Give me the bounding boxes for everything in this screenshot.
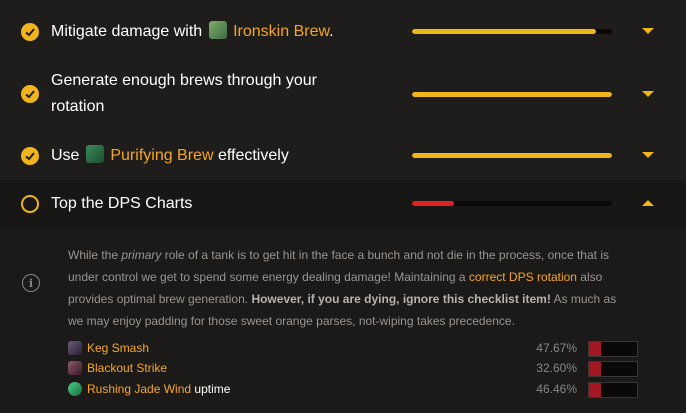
progress-fill	[412, 201, 454, 206]
checklist-item-label: Generate enough brews through your rotati…	[51, 72, 317, 115]
progress-bar	[412, 29, 612, 34]
progress-bar	[412, 153, 612, 158]
ability-row: Rushing Jade Wind uptime 46.46%	[68, 380, 638, 400]
progress-bar	[412, 201, 612, 206]
progress-bar	[412, 92, 612, 97]
chevron-down-icon[interactable]	[642, 152, 654, 158]
checklist-details: i While the primary role of a tank is to…	[0, 228, 686, 413]
ability-row: Blackout Strike 32.60%	[68, 359, 638, 379]
ability-row: Keg Smash 47.67%	[68, 339, 638, 359]
dps-rotation-link[interactable]: correct DPS rotation	[469, 270, 577, 284]
keg-smash-icon	[68, 341, 82, 355]
ironskin-brew-icon	[208, 21, 227, 39]
description: While the primary role of a tank is to g…	[68, 248, 617, 328]
checklist-item-brew-generation[interactable]: Generate enough brews through your rotati…	[0, 64, 686, 124]
checklist-item-dps[interactable]: Top the DPS Charts	[0, 180, 686, 228]
checklist-item-label: Top the DPS Charts	[51, 195, 193, 212]
chevron-down-icon[interactable]	[642, 28, 654, 34]
ability-bar	[588, 361, 638, 377]
chevron-up-icon[interactable]	[642, 200, 654, 206]
circle-incomplete-icon	[21, 195, 39, 213]
ability-percent: 46.46%	[536, 382, 577, 396]
check-complete-icon	[21, 23, 39, 41]
ability-percent: 32.60%	[536, 361, 577, 375]
ability-name[interactable]: Keg Smash	[87, 339, 149, 357]
spell-link-purifying-brew[interactable]: Purifying Brew	[110, 147, 213, 164]
spell-link-ironskin-brew[interactable]: Ironskin Brew	[233, 23, 329, 40]
progress-fill	[412, 92, 612, 97]
checklist-item-ironskin[interactable]: Mitigate damage with Ironskin Brew.	[0, 0, 686, 64]
progress-fill	[412, 153, 612, 158]
ability-percent: 47.67%	[536, 341, 577, 355]
ability-name[interactable]: Blackout Strike	[87, 359, 167, 377]
checklist-item-label: Use Purifying Brew effectively	[51, 145, 289, 164]
progress-fill	[412, 29, 596, 34]
ability-bar-fill	[589, 383, 601, 397]
checklist-item-purifying[interactable]: Use Purifying Brew effectively	[0, 124, 686, 180]
ability-bar	[588, 382, 638, 398]
checklist-item-label: Mitigate damage with Ironskin Brew.	[51, 21, 334, 40]
purifying-brew-icon	[85, 145, 104, 163]
chevron-down-icon[interactable]	[642, 91, 654, 97]
ability-bar	[588, 341, 638, 357]
check-complete-icon	[21, 85, 39, 103]
blackout-strike-icon	[68, 361, 82, 375]
ability-bar-fill	[589, 342, 601, 356]
info-icon: i	[22, 274, 40, 292]
ability-name[interactable]: Rushing Jade Wind uptime	[87, 380, 230, 398]
rushing-jade-wind-icon	[68, 382, 82, 396]
check-complete-icon	[21, 147, 39, 165]
ability-bar-fill	[589, 362, 601, 376]
